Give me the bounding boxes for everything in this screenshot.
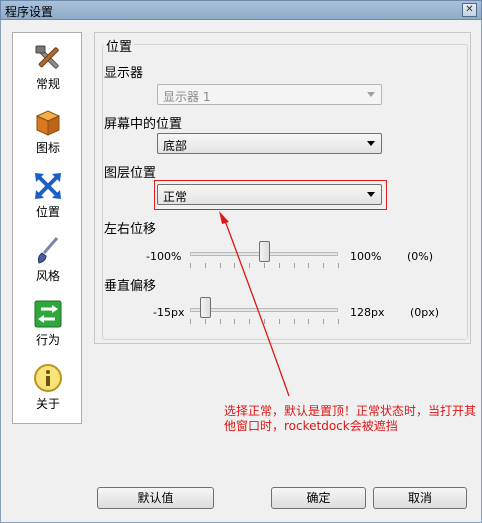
default-button[interactable]: 默认值: [97, 487, 214, 509]
annotation-arrow: [219, 211, 290, 397]
cancel-button[interactable]: 取消: [373, 487, 467, 509]
ok-button[interactable]: 确定: [271, 487, 366, 509]
annotation-text: 选择正常，默认是置顶！正常状态时，当打开其他窗口时，rocketdock会被遮挡: [224, 404, 477, 433]
